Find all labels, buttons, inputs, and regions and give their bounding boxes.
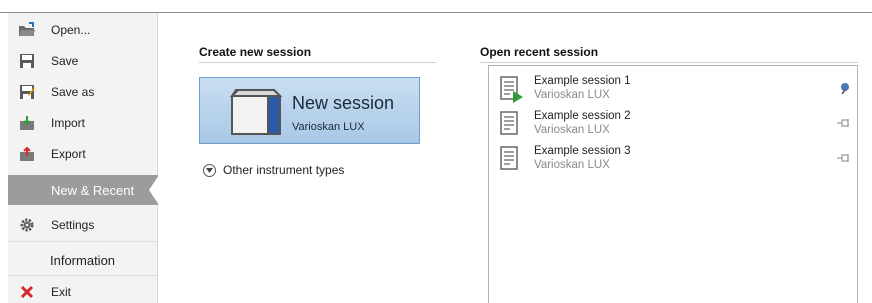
recent-session-name: Example session 2 [534,110,631,122]
recent-session-item[interactable]: Example session 2 Varioskan LUX [489,107,857,141]
instrument-cube-icon [226,86,283,141]
recent-session-heading: Open recent session [480,45,599,59]
menu-export-label: Export [51,147,86,161]
recent-session-item[interactable]: Example session 3 Varioskan LUX [489,142,857,176]
menu-divider [8,275,158,276]
backstage-sidebar: Open... Save Save as Import Export New &… [8,13,159,303]
menu-open-label: Open... [51,23,91,37]
folder-open-icon [18,21,36,39]
menu-open[interactable]: Open... [8,15,158,45]
menu-save-label: Save [51,54,79,68]
session-document-icon [500,146,526,177]
new-session-tile[interactable]: New session Varioskan LUX [199,77,420,144]
recent-session-rule [480,62,858,63]
export-icon [18,145,36,163]
menu-settings-label: Settings [51,218,95,232]
recent-session-list: Example session 1 Varioskan LUX Example … [488,65,858,303]
close-icon [18,283,36,301]
recent-session-item[interactable]: Example session 1 Varioskan LUX [489,72,857,106]
recent-session-name: Example session 1 [534,75,631,87]
menu-import-label: Import [51,116,86,130]
session-document-icon [500,76,526,107]
menu-new-recent-label: New & Recent [51,182,135,198]
import-icon [18,114,36,132]
expand-chevron-icon [203,163,216,177]
menu-export[interactable]: Export [8,139,158,169]
recent-session-name: Example session 3 [534,145,631,157]
menu-settings[interactable]: Settings [8,210,158,240]
recent-session-instrument: Varioskan LUX [534,124,610,136]
selection-notch [149,175,159,205]
session-document-icon [500,111,526,142]
pin-icon[interactable] [837,117,851,131]
menu-save-as-label: Save as [51,85,95,99]
menu-save-as[interactable]: Save as [8,77,158,107]
menu-information[interactable]: Information [8,245,158,275]
recent-session-instrument: Varioskan LUX [534,89,610,101]
new-session-title: New session [292,93,395,113]
new-session-instrument: Varioskan LUX [292,121,365,133]
menu-information-label: Information [50,252,116,268]
other-instrument-types-label: Other instrument types [223,163,345,177]
recent-session-instrument: Varioskan LUX [534,159,610,171]
other-instrument-types[interactable]: Other instrument types [203,163,344,177]
pin-icon[interactable] [837,152,851,166]
save-icon [18,52,36,70]
menu-exit-label: Exit [51,285,72,299]
menu-exit[interactable]: Exit [8,277,158,303]
pinned-icon[interactable] [839,82,851,97]
gear-icon [18,216,36,234]
menu-new-recent[interactable]: New & Recent [8,175,159,205]
create-session-heading: Create new session [199,45,312,59]
menu-save[interactable]: Save [8,46,158,76]
menu-import[interactable]: Import [8,108,158,138]
menu-divider [8,241,158,242]
create-session-rule [199,62,436,63]
save-as-icon [18,83,36,101]
